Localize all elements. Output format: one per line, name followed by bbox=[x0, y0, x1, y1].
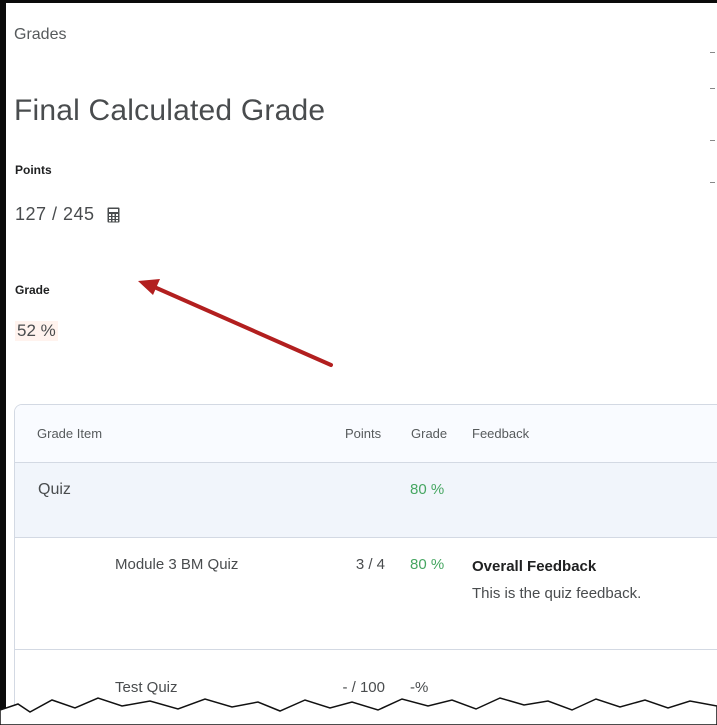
points-label: Points bbox=[15, 163, 52, 177]
feedback-text: This is the quiz feedback. bbox=[472, 584, 642, 602]
grades-table: Grade Item Points Grade Feedback Quiz 80… bbox=[14, 404, 717, 720]
category-grade: 80 % bbox=[398, 462, 472, 538]
grade-item-points: 3 / 4 bbox=[322, 537, 398, 650]
category-name: Quiz bbox=[15, 462, 322, 538]
table-header-row: Grade Item Points Grade Feedback bbox=[15, 405, 717, 463]
window-left-border bbox=[0, 0, 6, 725]
calculator-icon[interactable] bbox=[107, 207, 120, 223]
header-points: Points bbox=[322, 405, 398, 463]
grade-item-name: Module 3 BM Quiz bbox=[15, 537, 322, 650]
breadcrumb-grades[interactable]: Grades bbox=[14, 26, 66, 44]
grade-value: 52 % bbox=[15, 321, 58, 341]
grade-item-feedback: Overall Feedback This is the quiz feedba… bbox=[472, 537, 717, 650]
header-feedback: Feedback bbox=[472, 405, 717, 463]
points-value: 127 / 245 bbox=[15, 204, 95, 224]
grade-item-grade: 80 % bbox=[398, 537, 472, 650]
header-grade-item: Grade Item bbox=[15, 405, 322, 463]
header-grade: Grade bbox=[398, 405, 472, 463]
feedback-title: Overall Feedback bbox=[472, 557, 597, 575]
grades-page: Grades Final Calculated Grade Points 127… bbox=[0, 0, 717, 725]
category-feedback bbox=[472, 462, 717, 538]
grade-label: Grade bbox=[15, 283, 50, 297]
torn-edge-decoration bbox=[0, 697, 717, 725]
right-edge-marks bbox=[710, 40, 716, 200]
category-points bbox=[322, 462, 398, 538]
page-title: Final Calculated Grade bbox=[14, 94, 326, 127]
table-row: Module 3 BM Quiz 3 / 4 80 % Overall Feed… bbox=[15, 537, 717, 650]
points-value-row: 127 / 245 bbox=[15, 204, 120, 225]
category-row-quiz: Quiz 80 % bbox=[15, 462, 717, 538]
window-top-border bbox=[0, 0, 717, 3]
